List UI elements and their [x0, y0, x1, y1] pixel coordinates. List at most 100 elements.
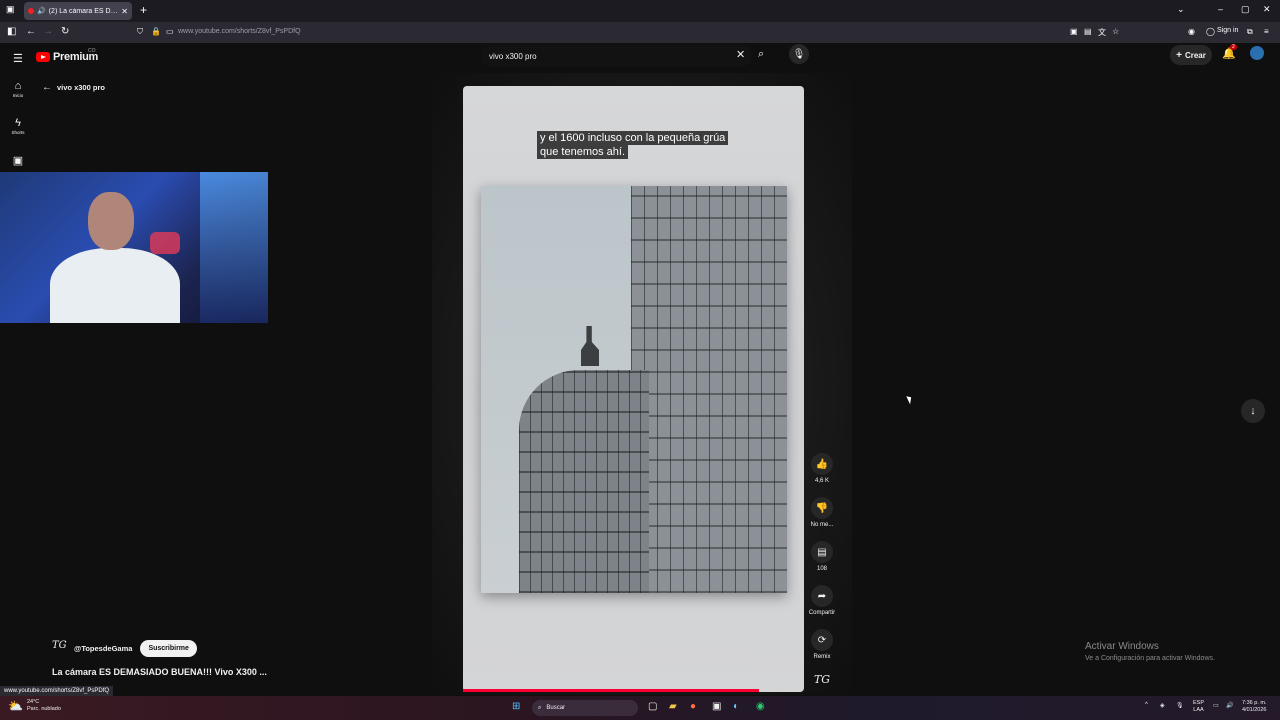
maximize-button[interactable]: ▢ [1241, 4, 1250, 15]
start-icon[interactable]: ⊞ [512, 701, 520, 712]
guide-item-label: Shorts [11, 130, 25, 135]
url-bar-row: ◧ ← → ↻ ⛉ 🔒 ▭ www.youtube.com/shorts/Z8v… [0, 22, 1280, 43]
tower-right [631, 186, 787, 593]
shorts-icon: ϟ [15, 117, 21, 129]
monitor-tray-icon[interactable]: ▭ [1213, 702, 1219, 709]
star-icon[interactable]: ☆ [1112, 27, 1119, 36]
extensions-icon[interactable]: ⧉ [1247, 27, 1253, 37]
language-2: LAA [1193, 707, 1204, 713]
channel-row: TG @TopesdeGama Suscribirme [52, 640, 197, 657]
background-light [200, 172, 268, 323]
like-button[interactable]: 👍 4,6 K [806, 453, 838, 484]
clock-time: 7:36 p. m. [1242, 700, 1267, 706]
subscriptions-icon: ▣ [12, 155, 24, 167]
store-icon[interactable]: ▣ [712, 701, 721, 712]
firefox-icon[interactable]: ● [690, 701, 696, 712]
new-tab-button[interactable]: + [140, 3, 147, 17]
page-icon: ▭ [166, 27, 174, 36]
system-clock[interactable]: 7:36 p. m. 4/01/2026 [1242, 700, 1266, 714]
shield-icon[interactable]: ⛉ [137, 27, 143, 37]
channel-logo[interactable]: TG [52, 640, 70, 657]
dislike-button[interactable]: 👎 No me... [806, 497, 838, 528]
browser-tab[interactable]: 🔊 (2) La cámara ES DEMASIAI ✕ [24, 2, 132, 20]
back-arrow-icon[interactable]: ← [26, 26, 36, 37]
speaker-icon: 🔊 [37, 8, 46, 15]
next-video-button[interactable]: ↓ [1241, 399, 1265, 423]
reload-icon[interactable]: ↻ [61, 26, 69, 37]
avatar[interactable] [1250, 46, 1264, 60]
temperature: 24°C [26, 699, 40, 705]
channel-handle[interactable]: @TopesdeGama [74, 644, 132, 653]
guide-item-label: Inicio [12, 93, 24, 98]
sign-in-button[interactable]: Sign in [1217, 27, 1238, 34]
forward-arrow-icon[interactable]: → [43, 26, 53, 37]
comment-count: 108 [816, 566, 827, 572]
task-view-icon[interactable]: ▢ [648, 701, 657, 712]
video-title[interactable]: La cámara ES DEMASIADO BUENA!!! Vivo X30… [52, 667, 267, 677]
menu-icon[interactable]: ≡ [1264, 27, 1269, 36]
mic-tray-icon[interactable]: 🎙 [1176, 702, 1184, 709]
search-input[interactable]: vivo x300 pro [481, 45, 752, 67]
comments-button[interactable]: ▤ 108 [806, 541, 838, 572]
arrow-down-icon: ↓ [1250, 405, 1256, 417]
video-caption: y el 1600 incluso con la pequeña grúa qu… [537, 131, 729, 159]
network-tray-icon[interactable]: ◈ [1160, 702, 1165, 709]
browser-tab-bar: ▣ 🔊 (2) La cámara ES DEMASIAI ✕ + ⌄ – ▢ … [0, 0, 1280, 22]
short-video-player[interactable]: y el 1600 incluso con la pequeña grúa qu… [463, 86, 804, 692]
obs-icon[interactable]: ◉ [756, 701, 765, 712]
video-progress-bar[interactable] [463, 689, 759, 692]
status-bar-url: www.youtube.com/shorts/Z8vf_PsPDfQ [0, 686, 114, 696]
remix-button[interactable]: ⟳ Remix [806, 629, 838, 660]
minimize-button[interactable]: – [1218, 4, 1223, 14]
media-icon[interactable]: ▣ [1070, 27, 1078, 36]
weather-widget[interactable]: ⛅ 24°C Parc. nublado [8, 699, 61, 713]
recording-icon [28, 8, 34, 14]
volume-tray-icon[interactable]: 🔊 [1226, 702, 1233, 709]
steam-icon[interactable]: ◐ [733, 701, 739, 712]
taskbar-search[interactable]: ⌕ Buscar [532, 700, 638, 716]
clear-search-icon[interactable]: ✕ [736, 48, 745, 61]
guide-item-subscriptions[interactable]: ▣ [0, 154, 36, 167]
close-window-button[interactable]: ✕ [1263, 4, 1271, 15]
remix-label: Remix [813, 654, 831, 660]
sidebar-icon[interactable]: ◧ [7, 26, 16, 37]
language-indicator[interactable]: ESP LAA [1193, 700, 1204, 714]
lock-icon[interactable]: 🔒 [151, 27, 161, 36]
youtube-premium-logo[interactable]: Premium CO [36, 48, 98, 63]
activate-subtitle: Ve a Configuración para activar Windows. [1085, 655, 1215, 662]
guide-item-home[interactable]: ⌂ Inicio [0, 80, 36, 98]
thumbs-up-icon: 👍 [811, 453, 833, 475]
reader-icon[interactable]: ▤ [1084, 27, 1092, 36]
search-icon: ⌕ [538, 704, 542, 711]
streamer [40, 192, 180, 323]
create-label: Crear [1184, 50, 1206, 60]
screenshot-icon[interactable]: ◉ [1188, 27, 1195, 36]
tab-list-icon[interactable]: ▣ [6, 4, 15, 15]
tray-chevron-icon[interactable]: ^ [1145, 702, 1148, 708]
mouse-cursor [906, 394, 914, 405]
microphone-icon[interactable]: 🎙 [789, 44, 809, 64]
channel-thumbnail[interactable]: TG [806, 673, 838, 686]
share-button[interactable]: ➦ Compartir [806, 585, 838, 616]
chevron-down-icon[interactable]: ⌄ [1177, 4, 1185, 15]
create-button[interactable]: + Crear [1170, 45, 1212, 65]
taskbar-search-label: Buscar [546, 705, 566, 711]
webcam-overlay [0, 172, 268, 323]
subscribe-button[interactable]: Suscribirme [140, 640, 197, 657]
account-icon[interactable]: ◯ [1206, 27, 1215, 36]
home-icon: ⌂ [14, 80, 22, 92]
caption-line-2: que tenemos ahí. [537, 145, 629, 159]
logo-region: CO [88, 48, 96, 54]
back-to-search[interactable]: ← vivo x300 pro [42, 82, 105, 93]
windows-taskbar: ⛅ 24°C Parc. nublado ⊞ ⌕ Buscar ▢ ▰ ● ▣ … [0, 696, 1280, 720]
file-explorer-icon[interactable]: ▰ [669, 701, 677, 712]
clock-date: 4/01/2026 [1242, 707, 1267, 713]
close-tab-icon[interactable]: ✕ [121, 7, 128, 16]
weather-icon: ⛅ [8, 699, 23, 713]
search-icon[interactable]: ⌕ [758, 48, 764, 61]
translate-icon[interactable]: 文 [1098, 27, 1106, 38]
guide-item-shorts[interactable]: ϟ Shorts [0, 117, 36, 135]
url-field[interactable]: www.youtube.com/shorts/Z8vf_PsPDfQ [178, 28, 301, 35]
language-1: ESP [1193, 700, 1205, 706]
hamburger-menu-icon[interactable]: ☰ [13, 52, 23, 65]
